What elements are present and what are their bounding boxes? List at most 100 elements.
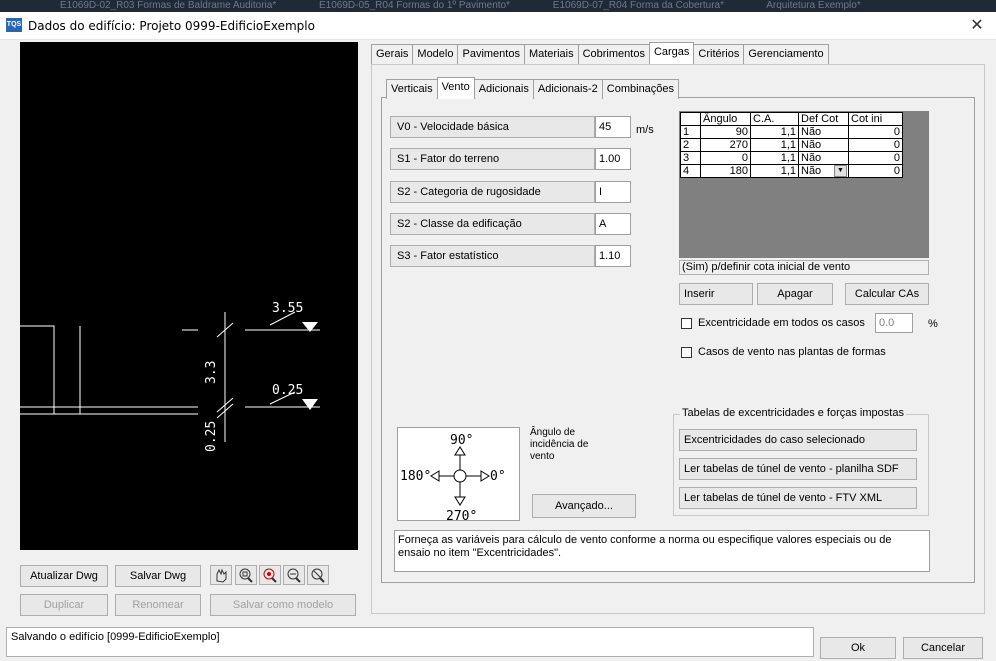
save-dwg-button[interactable]: Salvar Dwg: [115, 565, 201, 587]
tab-combinacoes[interactable]: Combinações: [601, 79, 680, 99]
row-number: 2: [680, 138, 701, 152]
read-ftv-xml-button[interactable]: Ler tabelas de túnel de vento - FTV XML: [679, 487, 917, 509]
tab-adicionais-2[interactable]: Adicionais-2: [532, 79, 603, 99]
read-sdf-button[interactable]: Ler tabelas de túnel de vento - planilha…: [679, 458, 917, 480]
wind-compass-graphic: 90° 270° 180° 0°: [400, 433, 506, 524]
def-cot-cell[interactable]: Não ▼: [798, 164, 849, 178]
def-cot-cell[interactable]: Não: [798, 151, 849, 165]
tab-modelo[interactable]: Modelo: [412, 44, 459, 64]
angle-cell[interactable]: 180: [700, 164, 751, 178]
zoom-previous-icon[interactable]: [307, 565, 329, 585]
s3-input[interactable]: 1.10: [595, 245, 631, 267]
save-as-model-button[interactable]: Salvar como modelo: [210, 594, 356, 616]
wind-angle-diagram: 90° 270° 180° 0°: [397, 427, 520, 524]
def-cot-cell[interactable]: Não: [798, 138, 849, 152]
chevron-down-icon[interactable]: ▼: [834, 165, 847, 177]
close-icon[interactable]: ✕: [966, 16, 988, 36]
table-row[interactable]: 1 90 1,1 Não 0: [680, 125, 903, 139]
help-note: Forneça as variáveis para cálculo de ven…: [394, 530, 930, 572]
tab-cargas[interactable]: Cargas: [648, 42, 695, 64]
grid-header: Cot ini: [848, 112, 903, 126]
ca-cell[interactable]: 1,1: [750, 125, 799, 139]
eccentricity-checkbox[interactable]: [681, 318, 692, 329]
table-row[interactable]: 3 0 1,1 Não 0: [680, 151, 903, 165]
level-top-label: 3.55: [272, 301, 303, 316]
s1-button[interactable]: S1 - Fator do terreno: [390, 148, 595, 170]
row-number: 4: [680, 164, 701, 178]
tab-verticais[interactable]: Verticais: [386, 79, 438, 99]
building-preview-canvas[interactable]: 3.55 0.25 3.3 0.25: [20, 42, 358, 550]
v0-button[interactable]: V0 - Velocidade básica: [390, 116, 595, 138]
cot-ini-cell[interactable]: 0: [848, 138, 903, 152]
def-cot-cell[interactable]: Não: [798, 125, 849, 139]
s3-button[interactable]: S3 - Fator estatístico: [390, 245, 595, 267]
compass-caption: Ângulo de incidência de vento: [530, 427, 589, 462]
row-number: 3: [680, 151, 701, 165]
update-dwg-button[interactable]: Atualizar Dwg: [20, 565, 108, 587]
cot-ini-cell[interactable]: 0: [848, 125, 903, 139]
grid-header: Ângulo: [700, 112, 751, 126]
plantas-checkbox[interactable]: [681, 347, 692, 358]
tables-group-title: Tabelas de excentricidades e forças impo…: [680, 407, 906, 419]
level-low-label: 0.25: [272, 383, 303, 398]
compass-west-label: 180°: [400, 469, 431, 484]
v0-input[interactable]: 45: [595, 116, 631, 138]
advanced-button[interactable]: Avançado...: [532, 494, 636, 518]
angle-cell[interactable]: 90: [700, 125, 751, 139]
s2-class-button[interactable]: S2 - Classe da edificação: [390, 213, 595, 235]
eccentricity-input[interactable]: 0.0: [875, 313, 913, 333]
tab-vento[interactable]: Vento: [436, 77, 475, 99]
tab-adicionais[interactable]: Adicionais: [473, 79, 534, 99]
tab-gerais[interactable]: Gerais: [371, 44, 414, 64]
wind-cases-grid[interactable]: Ângulo C.A. Def Cot Cot ini 1 90 1,1 Não…: [679, 111, 929, 258]
plantas-label: Casos de vento nas plantas de formas: [698, 346, 886, 358]
table-row[interactable]: 2 270 1,1 Não 0: [680, 138, 903, 152]
tab-pavimentos[interactable]: Pavimentos: [457, 44, 525, 64]
background-tab: E1069D-05_R04 Formas do 1º Pavimento*: [319, 0, 510, 11]
def-cot-select-value: Não: [801, 165, 822, 177]
v0-unit: m/s: [636, 124, 654, 136]
eccentricity-unit: %: [928, 318, 938, 330]
s2-category-input[interactable]: I: [595, 181, 631, 203]
eccentricity-label: Excentricidade em todos os casos: [698, 317, 865, 329]
cot-ini-cell[interactable]: 0: [848, 164, 903, 178]
s2-category-button[interactable]: S2 - Categoria de rugosidade: [390, 181, 595, 203]
tqs-app-icon: TQS: [6, 18, 22, 32]
ca-cell[interactable]: 1,1: [750, 138, 799, 152]
sub-tabs: Verticais Vento Adicionais Adicionais-2 …: [386, 77, 680, 99]
zoom-window-icon[interactable]: [235, 565, 257, 585]
insert-button[interactable]: Inserir: [679, 283, 753, 305]
main-tabs: Gerais Modelo Pavimentos Materiais Cobri…: [371, 42, 829, 64]
duplicate-button[interactable]: Duplicar: [20, 594, 108, 616]
rename-button[interactable]: Renomear: [115, 594, 201, 616]
grid-header: C.A.: [750, 112, 799, 126]
zoom-extents-icon[interactable]: [259, 565, 281, 585]
grid-header-row: Ângulo C.A. Def Cot Cot ini: [680, 112, 903, 126]
delete-button[interactable]: Apagar: [757, 283, 833, 305]
eccentricities-selected-button[interactable]: Excentricidades do caso selecionado: [679, 429, 917, 451]
compass-east-label: 0°: [490, 469, 506, 484]
pan-hand-icon[interactable]: [210, 565, 232, 585]
table-row[interactable]: 4 180 1,1 Não ▼ 0: [680, 164, 903, 178]
tab-gerenciamento[interactable]: Gerenciamento: [743, 44, 829, 64]
slab-dim-label: 0.25: [204, 421, 219, 452]
grid-header: Def Cot: [798, 112, 849, 126]
background-tab: E1069D-07_R04 Forma da Cobertura*: [552, 0, 724, 11]
cancel-button[interactable]: Cancelar: [903, 637, 983, 659]
s1-input[interactable]: 1.00: [595, 148, 631, 170]
ca-cell[interactable]: 1,1: [750, 164, 799, 178]
ok-button[interactable]: Ok: [820, 637, 896, 659]
tab-criterios[interactable]: Critérios: [693, 44, 745, 64]
angle-cell[interactable]: 0: [700, 151, 751, 165]
background-tab: E1069D-02_R03 Formas de Baldrame Auditor…: [60, 0, 277, 11]
zoom-out-icon[interactable]: [283, 565, 305, 585]
background-tab-strip: E1069D-02_R03 Formas de Baldrame Auditor…: [0, 0, 996, 12]
height-dim-label: 3.3: [204, 361, 219, 384]
angle-cell[interactable]: 270: [700, 138, 751, 152]
tab-cobrimentos[interactable]: Cobrimentos: [577, 44, 650, 64]
calculate-cas-button[interactable]: Calcular CAs: [845, 283, 929, 305]
ca-cell[interactable]: 1,1: [750, 151, 799, 165]
cot-ini-cell[interactable]: 0: [848, 151, 903, 165]
s2-class-input[interactable]: A: [595, 213, 631, 235]
tab-materiais[interactable]: Materiais: [523, 44, 579, 64]
